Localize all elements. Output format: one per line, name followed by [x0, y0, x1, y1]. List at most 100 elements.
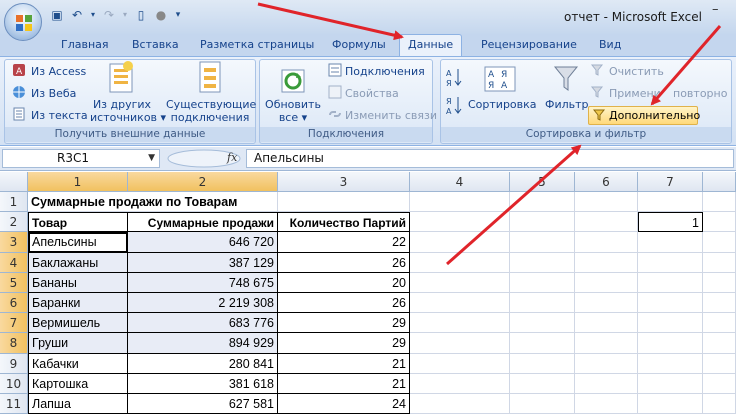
formula-input[interactable]: Апельсины: [246, 149, 734, 168]
cell-r9-c6[interactable]: [575, 353, 638, 374]
tab-review[interactable]: Рецензирование: [481, 38, 577, 51]
tab-formulas[interactable]: Формулы: [332, 38, 386, 51]
cell-r2-c3[interactable]: Количество Партий: [278, 212, 410, 233]
cell-r10-c4[interactable]: [410, 373, 510, 394]
cell-r5-c2[interactable]: 748 675: [128, 272, 278, 293]
sheet-corner[interactable]: [0, 172, 28, 192]
edit-links-button[interactable]: Изменить связи: [345, 109, 437, 122]
cell-r11-c3[interactable]: 24: [278, 394, 410, 414]
cell-r4-c6[interactable]: [575, 252, 638, 273]
cell-r8-c2[interactable]: 894 929: [128, 333, 278, 354]
cell-r8-c1[interactable]: Груши: [28, 333, 128, 354]
row-header-4[interactable]: 4: [0, 252, 28, 273]
existing-connections-label-1[interactable]: Существующие: [166, 98, 256, 111]
column-header-1[interactable]: 1: [28, 172, 128, 192]
properties-button[interactable]: Свойства: [345, 87, 399, 100]
cell-r7-c2[interactable]: 683 776: [128, 313, 278, 334]
cell-r8-c8[interactable]: [703, 333, 736, 354]
tab-page-layout[interactable]: Разметка страницы: [200, 38, 314, 51]
cell-r9-c4[interactable]: [410, 353, 510, 374]
cell-r10-c5[interactable]: [510, 373, 575, 394]
cell-r8-c4[interactable]: [410, 333, 510, 354]
column-header-6[interactable]: 6: [575, 172, 638, 192]
cell-r5-c8[interactable]: [703, 272, 736, 293]
cell-r3-c2[interactable]: 646 720: [128, 232, 278, 253]
cell-r10-c2[interactable]: 381 618: [128, 373, 278, 394]
cell-r2-c4[interactable]: [410, 212, 510, 233]
refresh-all-label-1[interactable]: Обновить: [262, 98, 324, 111]
tab-view[interactable]: Вид: [599, 38, 621, 51]
cell-r4-c8[interactable]: [703, 252, 736, 273]
cell-r1-c5[interactable]: [510, 192, 575, 213]
cell-r7-c5[interactable]: [510, 313, 575, 334]
cell-r11-c2[interactable]: 627 581: [128, 394, 278, 414]
cell-r6-c5[interactable]: [510, 293, 575, 314]
row-header-2[interactable]: 2: [0, 212, 28, 233]
cell-r1-c8[interactable]: [703, 192, 736, 213]
from-text-button[interactable]: Из текста: [31, 109, 88, 122]
cell-r3-c3[interactable]: 22: [278, 232, 410, 253]
cell-r10-c1[interactable]: Картошка: [28, 373, 128, 394]
cell-r3-c4[interactable]: [410, 232, 510, 253]
name-box-dropdown-icon[interactable]: ▼: [148, 150, 155, 167]
cell-r3-c5[interactable]: [510, 232, 575, 253]
row-header-6[interactable]: 6: [0, 293, 28, 314]
column-header-3[interactable]: 3: [278, 172, 410, 192]
reapply-button-part-1[interactable]: Примени: [609, 87, 661, 100]
cell-r4-c1[interactable]: Баклажаны: [28, 252, 128, 273]
from-access-button[interactable]: Из Access: [31, 65, 86, 78]
cell-r11-c5[interactable]: [510, 394, 575, 414]
cell-r9-c7[interactable]: [638, 353, 703, 374]
cell-r9-c1[interactable]: Кабачки: [28, 353, 128, 374]
cell-r10-c8[interactable]: [703, 373, 736, 394]
from-web-button[interactable]: Из Веба: [31, 87, 76, 100]
row-header-8[interactable]: 8: [0, 333, 28, 354]
cell-r9-c5[interactable]: [510, 353, 575, 374]
tab-data[interactable]: Данные: [399, 34, 463, 57]
cell-r5-c7[interactable]: [638, 272, 703, 293]
cell-r7-c7[interactable]: [638, 313, 703, 334]
cell-r10-c3[interactable]: 21: [278, 373, 410, 394]
cell-r6-c6[interactable]: [575, 293, 638, 314]
cell-r3-c6[interactable]: [575, 232, 638, 253]
tab-insert[interactable]: Вставка: [132, 38, 179, 51]
cell-r6-c2[interactable]: 2 219 308: [128, 293, 278, 314]
column-header-7[interactable]: 7: [638, 172, 703, 192]
office-button[interactable]: [4, 3, 42, 41]
cell-r8-c6[interactable]: [575, 333, 638, 354]
clear-button[interactable]: Очистить: [609, 65, 664, 78]
from-other-sources-label-2[interactable]: источников ▾: [90, 111, 166, 124]
cell-r7-c1[interactable]: Вермишель: [28, 313, 128, 334]
cell-r11-c4[interactable]: [410, 394, 510, 414]
cell-r11-c8[interactable]: [703, 394, 736, 414]
cell-r2-c2[interactable]: Суммарные продажи: [128, 212, 278, 233]
cell-r10-c6[interactable]: [575, 373, 638, 394]
from-other-sources-label-1[interactable]: Из других: [90, 98, 154, 111]
cell-r10-c7[interactable]: [638, 373, 703, 394]
cell-r3-c1[interactable]: Апельсины: [28, 232, 128, 253]
cell-r8-c3[interactable]: 29: [278, 333, 410, 354]
row-header-7[interactable]: 7: [0, 313, 28, 334]
cell-r1-c7[interactable]: [638, 192, 703, 213]
cell-r3-c8[interactable]: [703, 232, 736, 253]
cell-r2-c6[interactable]: [575, 212, 638, 233]
row-header-5[interactable]: 5: [0, 272, 28, 293]
cell-r2-c5[interactable]: [510, 212, 575, 233]
tab-home[interactable]: Главная: [61, 38, 109, 51]
cell-r6-c4[interactable]: [410, 293, 510, 314]
row-header-9[interactable]: 9: [0, 353, 28, 374]
cell-r5-c3[interactable]: 20: [278, 272, 410, 293]
cell-r7-c4[interactable]: [410, 313, 510, 334]
column-header-2[interactable]: 2: [128, 172, 278, 192]
refresh-all-label-2[interactable]: все ▾: [262, 111, 324, 124]
cell-r1-c3[interactable]: [278, 192, 410, 213]
cell-r7-c6[interactable]: [575, 313, 638, 334]
cell-r2-c1[interactable]: Товар: [28, 212, 128, 233]
cell-r2-c8[interactable]: [703, 212, 736, 233]
cell-r4-c5[interactable]: [510, 252, 575, 273]
row-header-3[interactable]: 3: [0, 232, 28, 253]
cell-r3-c7[interactable]: [638, 232, 703, 253]
cell-r2-c7[interactable]: 1: [638, 212, 703, 233]
cell-r11-c1[interactable]: Лапша: [28, 394, 128, 414]
cell-r1-c6[interactable]: [575, 192, 638, 213]
